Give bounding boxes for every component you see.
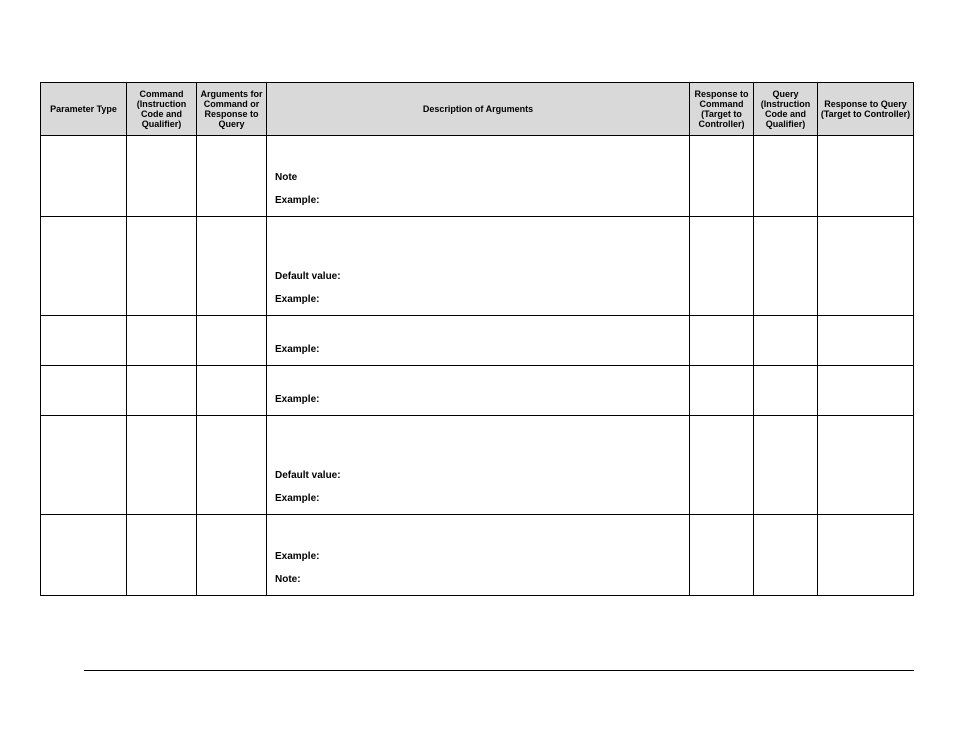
- header-description: Description of Arguments: [267, 83, 690, 136]
- table-cell: [690, 515, 754, 596]
- table-row: Example:: [41, 316, 914, 366]
- table-row: Note Example:: [41, 136, 914, 217]
- table-cell: [197, 416, 267, 515]
- description-label: Example:: [275, 195, 681, 206]
- header-command: Command (Instruction Code and Qualifier): [127, 83, 197, 136]
- table-cell: [818, 316, 914, 366]
- table-cell: [197, 217, 267, 316]
- table-row: Default value: Example:: [41, 416, 914, 515]
- table-cell: [754, 515, 818, 596]
- table-cell: Example:: [267, 316, 690, 366]
- table-cell: [818, 416, 914, 515]
- header-response-command: Response to Command (Target to Controlle…: [690, 83, 754, 136]
- table-header-row: Parameter Type Command (Instruction Code…: [41, 83, 914, 136]
- table-cell: [754, 366, 818, 416]
- table-cell: [127, 515, 197, 596]
- description-label: Example:: [275, 551, 681, 562]
- description-label: Example:: [275, 394, 681, 405]
- description-label: Note: [275, 172, 681, 183]
- table-row: Example:: [41, 366, 914, 416]
- table-row: Example: Note:: [41, 515, 914, 596]
- table-cell: [41, 316, 127, 366]
- header-parameter-type: Parameter Type: [41, 83, 127, 136]
- table-cell: [690, 366, 754, 416]
- description-label: Example:: [275, 294, 681, 305]
- table-cell: [41, 136, 127, 217]
- table-cell: [127, 316, 197, 366]
- footer-rule: [84, 670, 914, 671]
- table-cell: Example: Note:: [267, 515, 690, 596]
- table-row: Default value: Example:: [41, 217, 914, 316]
- table-cell: [197, 136, 267, 217]
- table-cell: [127, 416, 197, 515]
- header-arguments: Arguments for Command or Response to Que…: [197, 83, 267, 136]
- table-cell: Note Example:: [267, 136, 690, 217]
- description-label: Note:: [275, 574, 681, 585]
- table-cell: [41, 366, 127, 416]
- table-cell: [754, 217, 818, 316]
- header-response-query: Response to Query (Target to Controller): [818, 83, 914, 136]
- description-label: Default value:: [275, 271, 681, 282]
- table-cell: [127, 136, 197, 217]
- table-cell: [754, 316, 818, 366]
- description-label: Example:: [275, 493, 681, 504]
- table-cell: [818, 136, 914, 217]
- table-cell: [197, 515, 267, 596]
- table-cell: [690, 136, 754, 217]
- table-cell: [690, 316, 754, 366]
- table-cell: Default value: Example:: [267, 416, 690, 515]
- table-cell: [41, 515, 127, 596]
- table-cell: [127, 366, 197, 416]
- table-cell: [41, 217, 127, 316]
- table-cell: [818, 366, 914, 416]
- table-cell: [41, 416, 127, 515]
- table-cell: [754, 416, 818, 515]
- table-cell: [818, 515, 914, 596]
- table-cell: Example:: [267, 366, 690, 416]
- table-cell: [197, 366, 267, 416]
- table-cell: Default value: Example:: [267, 217, 690, 316]
- table-cell: [197, 316, 267, 366]
- table-cell: [818, 217, 914, 316]
- parameter-table: Parameter Type Command (Instruction Code…: [40, 82, 914, 596]
- table-cell: [690, 416, 754, 515]
- table-cell: [754, 136, 818, 217]
- description-label: Default value:: [275, 470, 681, 481]
- table-cell: [690, 217, 754, 316]
- description-label: Example:: [275, 344, 681, 355]
- table-cell: [127, 217, 197, 316]
- header-query: Query (Instruction Code and Qualifier): [754, 83, 818, 136]
